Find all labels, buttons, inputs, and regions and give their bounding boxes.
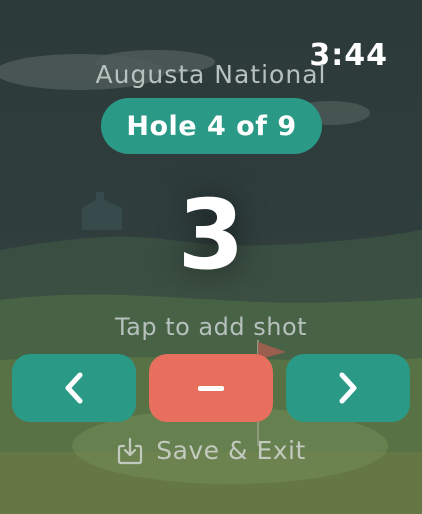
save-exit-label: Save & Exit: [156, 436, 306, 465]
chevron-right-icon: [339, 372, 357, 404]
download-icon: [118, 437, 143, 464]
save-exit-button[interactable]: Save & Exit: [0, 436, 422, 465]
tap-hint: Tap to add shot: [114, 313, 308, 341]
chevron-left-icon: [65, 372, 83, 404]
remove-shot-button[interactable]: [149, 354, 273, 422]
previous-hole-button[interactable]: [12, 354, 136, 422]
hole-indicator: Hole 4 of 9: [101, 98, 322, 154]
shot-count[interactable]: 3: [0, 180, 422, 290]
minus-icon: [198, 385, 224, 391]
watch-screen: 3:44 Augusta National Hole 4 of 9 3 Tap …: [0, 0, 422, 514]
next-hole-button[interactable]: [286, 354, 410, 422]
course-name: Augusta National: [95, 60, 327, 89]
